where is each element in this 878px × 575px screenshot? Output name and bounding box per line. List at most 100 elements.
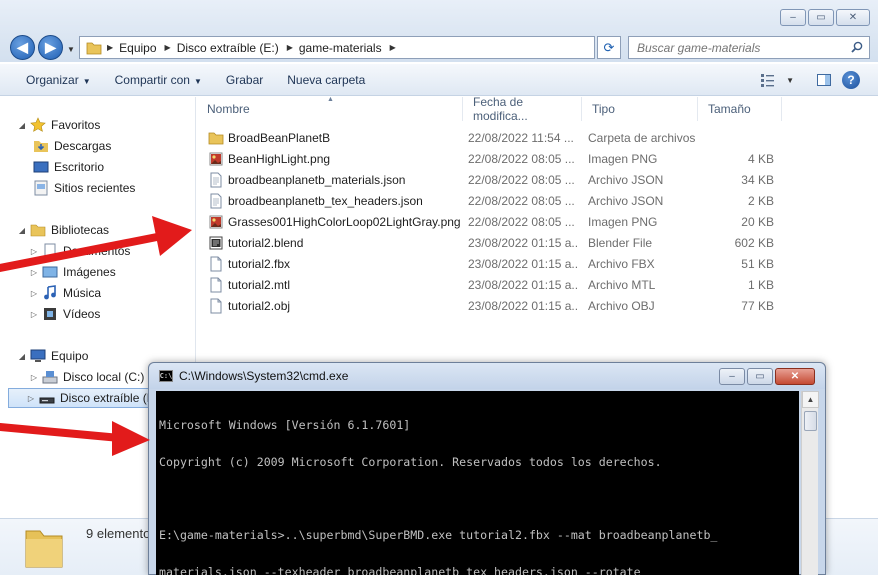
preview-pane-icon[interactable]: [816, 72, 832, 88]
nav-downloads[interactable]: Descargas: [31, 136, 111, 156]
file-row[interactable]: broadbeanplanetb_materials.json 22/08/202…: [197, 169, 878, 190]
file-row[interactable]: tutorial2.blend 23/08/2022 01:15 a... Blen…: [197, 232, 878, 253]
expand-arrow-icon[interactable]: ▷: [28, 247, 40, 256]
breadcrumb-game-materials[interactable]: game-materials: [295, 41, 388, 55]
file-row[interactable]: tutorial2.mtl 23/08/2022 01:15 a... Archiv…: [197, 274, 878, 295]
column-header-size[interactable]: Tamaño: [698, 97, 782, 121]
nav-libraries-label: Bibliotecas: [51, 223, 110, 237]
column-date-label: Fecha de modifica...: [473, 95, 528, 123]
back-button[interactable]: ◀: [10, 35, 35, 60]
close-button[interactable]: ✕: [836, 9, 870, 26]
burn-button[interactable]: Grabar: [214, 73, 275, 87]
file-name-cell[interactable]: broadbeanplanetb_tex_headers.json: [208, 193, 464, 209]
address-bar[interactable]: ▶ Equipo ▶ Disco extraíble (E:) ▶ game-m…: [79, 36, 595, 59]
breadcrumb-separator[interactable]: ▶: [388, 43, 398, 52]
file-name: tutorial2.mtl: [228, 277, 291, 292]
breadcrumb-separator[interactable]: ▶: [163, 43, 173, 52]
column-header-date[interactable]: Fecha de modifica...: [463, 95, 582, 123]
nav-desktop[interactable]: Escritorio: [31, 157, 104, 177]
file-row[interactable]: BeanHighLight.png 22/08/2022 08:05 ... Ima…: [197, 148, 878, 169]
nav-libraries[interactable]: ◢ Bibliotecas: [16, 220, 109, 240]
nav-recent-places[interactable]: Sitios recientes: [31, 178, 135, 198]
breadcrumb-equipo[interactable]: Equipo: [115, 41, 162, 55]
maximize-button[interactable]: ▭: [808, 9, 834, 26]
column-header-type[interactable]: Tipo: [582, 97, 698, 121]
nav-favorites[interactable]: ◢ Favoritos: [16, 115, 100, 135]
collapse-arrow-icon[interactable]: ◢: [16, 226, 28, 235]
column-header-name[interactable]: ▲ Nombre: [197, 96, 463, 121]
nav-removable-label: Disco extraíble (E:): [60, 391, 163, 405]
file-row[interactable]: broadbeanplanetb_tex_headers.json 22/08/2…: [197, 190, 878, 211]
expand-arrow-icon[interactable]: ▷: [28, 373, 40, 382]
file-name-cell[interactable]: Grasses001HighColorLoop02LightGray.png: [208, 214, 464, 230]
file-name-cell[interactable]: tutorial2.fbx: [208, 256, 464, 272]
nav-local-disk[interactable]: ▷ Disco local (C:): [28, 367, 144, 387]
nav-documents[interactable]: ▷ Documentos: [28, 241, 130, 261]
file-name-cell[interactable]: broadbeanplanetb_materials.json: [208, 172, 464, 188]
file-name-cell[interactable]: tutorial2.obj: [208, 298, 464, 314]
file-name: BeanHighLight.png: [228, 151, 331, 166]
share-label: Compartir con: [114, 72, 190, 87]
search-icon[interactable]: [851, 41, 863, 53]
cmd-minimize-button[interactable]: –: [719, 368, 745, 385]
breadcrumb-separator[interactable]: ▶: [285, 43, 295, 52]
scroll-thumb[interactable]: [804, 411, 817, 431]
recent-pages-dropdown[interactable]: ▼: [67, 45, 75, 54]
chevron-down-icon[interactable]: ▼: [786, 76, 794, 85]
share-menu[interactable]: Compartir con ▼: [103, 73, 214, 87]
console-line: ​: [159, 493, 799, 505]
downloads-folder-icon: [34, 141, 48, 152]
nav-videos[interactable]: ▷ Vídeos: [28, 304, 100, 324]
explorer-titlebar: – ▭ ✕: [0, 0, 878, 32]
organize-menu[interactable]: Organizar ▼: [0, 73, 103, 87]
collapse-arrow-icon[interactable]: ◢: [16, 121, 28, 130]
console-output[interactable]: Microsoft Windows [Versión 6.1.7601] Cop…: [156, 391, 799, 575]
file-icon: [210, 277, 222, 292]
local-disk-icon: [42, 371, 58, 384]
breadcrumb-separator[interactable]: ▶: [105, 43, 115, 52]
file-row[interactable]: tutorial2.fbx 23/08/2022 01:15 a... Archiv…: [197, 253, 878, 274]
file-name-cell[interactable]: tutorial2.mtl: [208, 277, 464, 293]
expand-arrow-icon[interactable]: ▷: [28, 268, 40, 277]
new-folder-button[interactable]: Nueva carpeta: [275, 73, 377, 87]
file-name-cell[interactable]: tutorial2.blend: [208, 235, 464, 251]
help-icon[interactable]: ?: [842, 71, 860, 89]
breadcrumb-disco-extraible[interactable]: Disco extraíble (E:): [173, 41, 285, 55]
expand-arrow-icon[interactable]: ▷: [28, 310, 40, 319]
minimize-button[interactable]: –: [780, 9, 806, 26]
forward-button[interactable]: ▶: [38, 35, 63, 60]
json-file-icon: [210, 172, 222, 187]
folder-icon: [86, 42, 102, 54]
file-row[interactable]: tutorial2.obj 23/08/2022 01:15 a... Archiv…: [197, 295, 878, 316]
nav-music[interactable]: ▷ Música: [28, 283, 101, 303]
file-name-cell[interactable]: BroadBeanPlanetB: [208, 130, 464, 146]
file-size: 1 KB: [747, 277, 774, 292]
cmd-titlebar[interactable]: C:\ C:\Windows\System32\cmd.exe – ▭ ✕: [149, 363, 825, 389]
search-box[interactable]: [628, 36, 870, 59]
file-name-cell[interactable]: BeanHighLight.png: [208, 151, 464, 167]
file-name: Grasses001HighColorLoop02LightGray.png: [228, 214, 461, 229]
refresh-button[interactable]: ⟳: [597, 36, 621, 59]
file-row[interactable]: BroadBeanPlanetB 22/08/2022 11:54 ... Carp…: [197, 127, 878, 148]
file-date: 23/08/2022 01:15 a...: [468, 277, 578, 292]
nav-computer[interactable]: ◢ Equipo: [16, 346, 88, 366]
nav-computer-label: Equipo: [51, 349, 89, 363]
file-size: 2 KB: [747, 193, 774, 208]
nav-documents-label: Documentos: [63, 244, 131, 258]
cmd-close-button[interactable]: ✕: [775, 368, 815, 385]
nav-images[interactable]: ▷ Imágenes: [28, 262, 116, 282]
sort-ascending-icon: ▲: [327, 96, 334, 103]
file-row[interactable]: Grasses001HighColorLoop02LightGray.png 22…: [197, 211, 878, 232]
collapse-arrow-icon[interactable]: ◢: [16, 352, 28, 361]
column-name-label: Nombre: [207, 102, 250, 116]
console-line: Microsoft Windows [Versión 6.1.7601]: [159, 418, 411, 433]
expand-arrow-icon[interactable]: ▷: [25, 394, 37, 403]
cmd-scrollbar[interactable]: ▲: [801, 391, 819, 575]
search-input[interactable]: [637, 40, 847, 55]
view-options-icon[interactable]: [760, 72, 776, 88]
file-type: Archivo JSON: [588, 193, 664, 208]
file-name: broadbeanplanetb_materials.json: [228, 172, 406, 187]
expand-arrow-icon[interactable]: ▷: [28, 289, 40, 298]
cmd-maximize-button[interactable]: ▭: [747, 368, 773, 385]
scroll-up-button[interactable]: ▲: [802, 391, 819, 408]
